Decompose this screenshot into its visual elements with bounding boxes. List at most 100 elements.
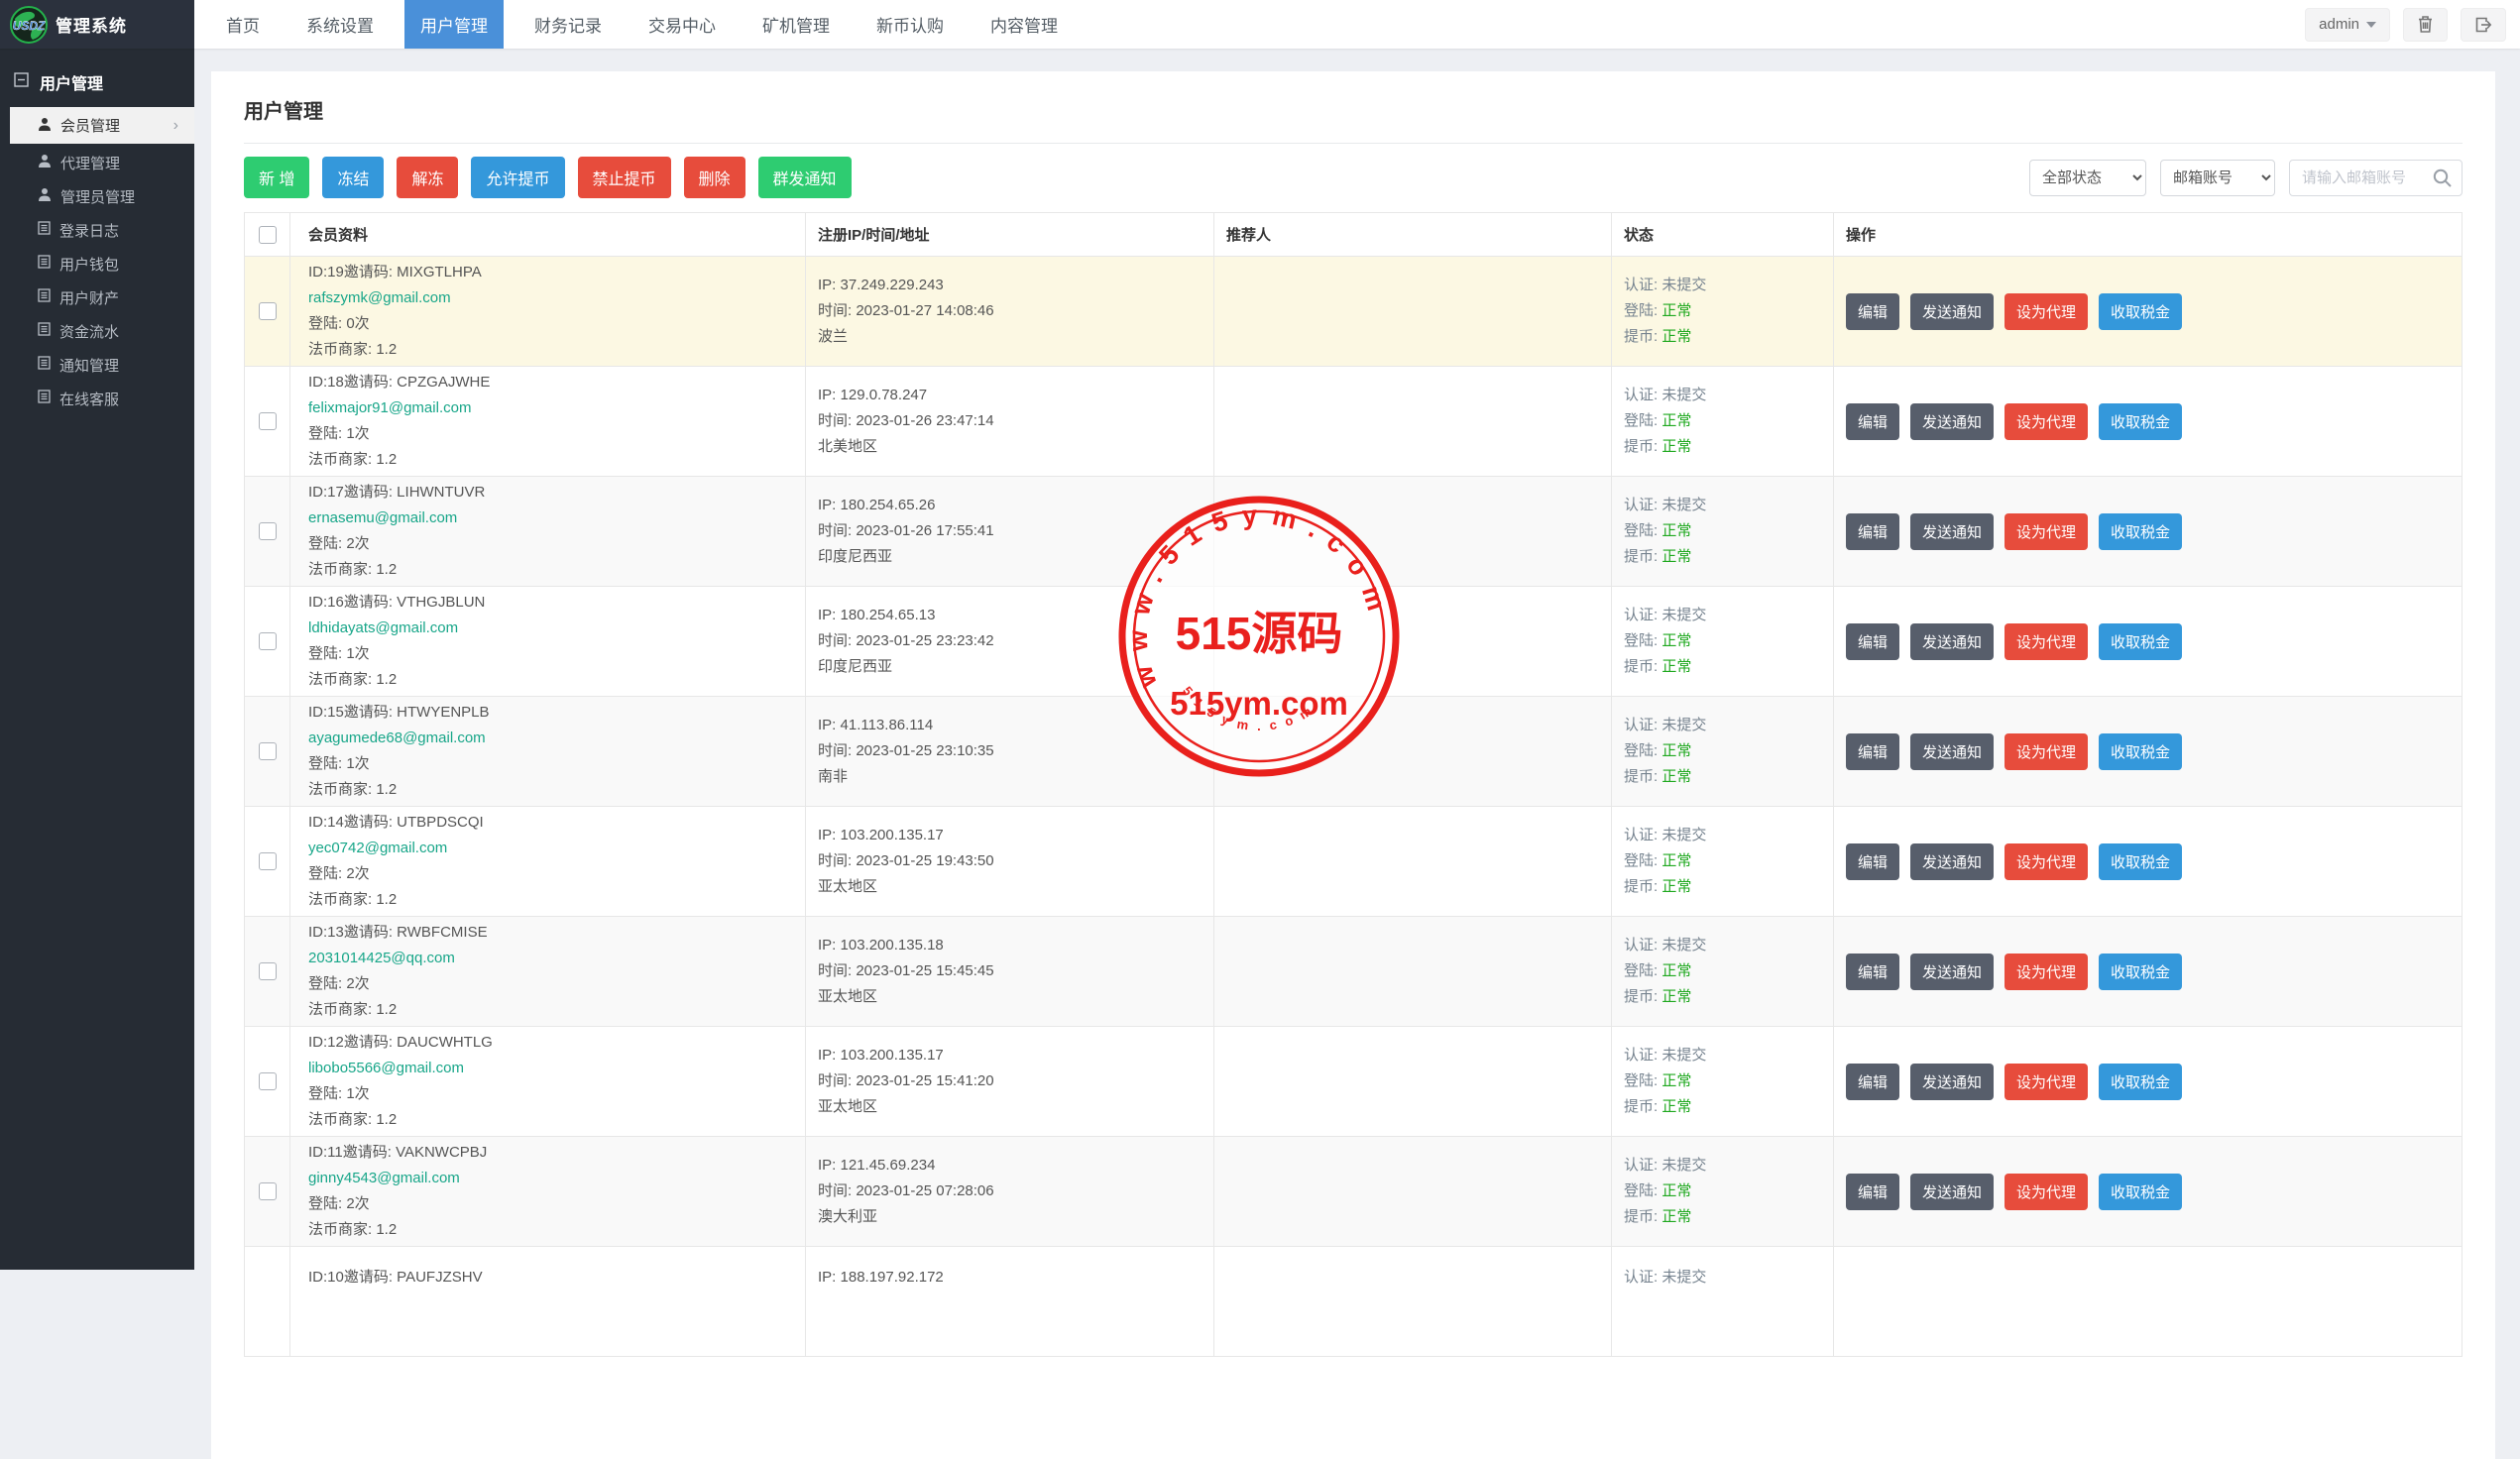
- row-action-设为代理[interactable]: 设为代理: [2005, 403, 2088, 440]
- row-action-收取税金[interactable]: 收取税金: [2099, 1064, 2182, 1100]
- row-checkbox[interactable]: [259, 1182, 277, 1200]
- sidebar-item-用户钱包[interactable]: 用户钱包: [0, 247, 194, 281]
- search-icon[interactable]: [2432, 168, 2453, 193]
- row-action-编辑[interactable]: 编辑: [1846, 1174, 1899, 1210]
- row-action-设为代理[interactable]: 设为代理: [2005, 513, 2088, 550]
- row-action-发送通知[interactable]: 发送通知: [1910, 293, 1994, 330]
- user-dropdown[interactable]: admin: [2305, 8, 2390, 42]
- row-action-编辑[interactable]: 编辑: [1846, 843, 1899, 880]
- sidebar-item-资金流水[interactable]: 资金流水: [0, 314, 194, 348]
- member-email-link[interactable]: rafszymk@gmail.com: [308, 285, 482, 311]
- doc-icon: [38, 356, 51, 374]
- row-action-设为代理[interactable]: 设为代理: [2005, 293, 2088, 330]
- toolbar-button-新增[interactable]: 新 增: [244, 157, 309, 198]
- status-login: 登陆: 正常: [1624, 298, 1706, 324]
- row-action-收取税金[interactable]: 收取税金: [2099, 843, 2182, 880]
- member-email-link[interactable]: 2031014425@qq.com: [308, 946, 488, 971]
- member-email-link[interactable]: ldhidayats@gmail.com: [308, 616, 485, 641]
- row-action-发送通知[interactable]: 发送通知: [1910, 513, 1994, 550]
- brand: USDZ 管理系统: [0, 0, 194, 49]
- toolbar-button-群发通知[interactable]: 群发通知: [758, 157, 852, 198]
- row-checkbox[interactable]: [259, 522, 277, 540]
- row-action-设为代理[interactable]: 设为代理: [2005, 843, 2088, 880]
- row-checkbox[interactable]: [259, 742, 277, 760]
- top-navbar: USDZ 管理系统 首页系统设置用户管理财务记录交易中心矿机管理新币认购内容管理…: [0, 0, 2520, 49]
- sidebar-item-管理员管理[interactable]: 管理员管理: [0, 179, 194, 213]
- nav-tab-交易中心[interactable]: 交易中心: [632, 0, 732, 49]
- member-email-link[interactable]: ayagumede68@gmail.com: [308, 726, 490, 751]
- row-action-编辑[interactable]: 编辑: [1846, 513, 1899, 550]
- toolbar-button-禁止提币[interactable]: 禁止提币: [578, 157, 671, 198]
- toolbar-button-冻结[interactable]: 冻结: [322, 157, 384, 198]
- row-action-发送通知[interactable]: 发送通知: [1910, 954, 1994, 990]
- member-email-link[interactable]: felixmajor91@gmail.com: [308, 395, 490, 421]
- row-action-发送通知[interactable]: 发送通知: [1910, 623, 1994, 660]
- toolbar-button-允许提币[interactable]: 允许提币: [471, 157, 564, 198]
- member-login-count: 登陆: 1次: [308, 751, 490, 777]
- nav-tab-用户管理[interactable]: 用户管理: [404, 0, 504, 49]
- collapse-minus-icon: [14, 72, 29, 92]
- row-action-收取税金[interactable]: 收取税金: [2099, 403, 2182, 440]
- row-action-收取税金[interactable]: 收取税金: [2099, 293, 2182, 330]
- row-action-收取税金[interactable]: 收取税金: [2099, 1174, 2182, 1210]
- referrer-cell: [1214, 1247, 1612, 1356]
- row-action-发送通知[interactable]: 发送通知: [1910, 1174, 1994, 1210]
- row-action-收取税金[interactable]: 收取税金: [2099, 623, 2182, 660]
- row-action-设为代理[interactable]: 设为代理: [2005, 954, 2088, 990]
- referrer-cell: [1214, 697, 1612, 806]
- toolbar-button-删除[interactable]: 删除: [684, 157, 745, 198]
- row-action-设为代理[interactable]: 设为代理: [2005, 1174, 2088, 1210]
- row-action-收取税金[interactable]: 收取税金: [2099, 954, 2182, 990]
- status-filter-select[interactable]: 全部状态: [2029, 160, 2146, 196]
- row-checkbox[interactable]: [259, 962, 277, 980]
- row-action-设为代理[interactable]: 设为代理: [2005, 1064, 2088, 1100]
- nav-tab-首页[interactable]: 首页: [210, 0, 276, 49]
- row-action-编辑[interactable]: 编辑: [1846, 293, 1899, 330]
- sidebar-item-代理管理[interactable]: 代理管理: [0, 146, 194, 179]
- sidebar-item-登录日志[interactable]: 登录日志: [0, 213, 194, 247]
- row-action-发送通知[interactable]: 发送通知: [1910, 403, 1994, 440]
- member-email-link[interactable]: libobo5566@gmail.com: [308, 1056, 493, 1081]
- logout-button[interactable]: [2461, 8, 2506, 42]
- member-email-link[interactable]: ernasemu@gmail.com: [308, 505, 485, 531]
- member-fiat-merchant: 法币商家: 1.2: [308, 887, 484, 913]
- row-action-发送通知[interactable]: 发送通知: [1910, 1064, 1994, 1100]
- nav-tab-财务记录[interactable]: 财务记录: [518, 0, 618, 49]
- member-login-count: 登陆: 2次: [308, 971, 488, 997]
- row-checkbox[interactable]: [259, 852, 277, 870]
- row-checkbox[interactable]: [259, 302, 277, 320]
- trash-button[interactable]: [2403, 8, 2448, 42]
- table-row: ID:18邀请码: CPZGAJWHEfelixmajor91@gmail.co…: [245, 367, 2462, 477]
- row-action-设为代理[interactable]: 设为代理: [2005, 623, 2088, 660]
- search-field-select[interactable]: 邮箱账号: [2160, 160, 2275, 196]
- member-login-count: 登陆: 1次: [308, 421, 490, 447]
- row-checkbox[interactable]: [259, 412, 277, 430]
- sidebar-item-会员管理[interactable]: 会员管理›: [10, 107, 194, 144]
- row-action-编辑[interactable]: 编辑: [1846, 733, 1899, 770]
- nav-tab-内容管理[interactable]: 内容管理: [974, 0, 1074, 49]
- nav-tab-系统设置[interactable]: 系统设置: [290, 0, 390, 49]
- sidebar-section-header[interactable]: 用户管理: [0, 49, 194, 107]
- select-all-checkbox[interactable]: [259, 226, 277, 244]
- toolbar-button-解冻[interactable]: 解冻: [397, 157, 458, 198]
- row-action-编辑[interactable]: 编辑: [1846, 954, 1899, 990]
- row-action-编辑[interactable]: 编辑: [1846, 403, 1899, 440]
- sidebar-item-在线客服[interactable]: 在线客服: [0, 382, 194, 415]
- sidebar-item-通知管理[interactable]: 通知管理: [0, 348, 194, 382]
- status-withdraw: 提币: 正常: [1624, 654, 1706, 680]
- member-email-link[interactable]: yec0742@gmail.com: [308, 836, 484, 861]
- row-action-发送通知[interactable]: 发送通知: [1910, 733, 1994, 770]
- member-login-count: 登陆: 2次: [308, 861, 484, 887]
- nav-tab-矿机管理[interactable]: 矿机管理: [746, 0, 846, 49]
- nav-tab-新币认购[interactable]: 新币认购: [860, 0, 960, 49]
- row-action-设为代理[interactable]: 设为代理: [2005, 733, 2088, 770]
- row-checkbox[interactable]: [259, 632, 277, 650]
- row-action-收取税金[interactable]: 收取税金: [2099, 513, 2182, 550]
- sidebar-item-用户财产[interactable]: 用户财产: [0, 281, 194, 314]
- row-action-收取税金[interactable]: 收取税金: [2099, 733, 2182, 770]
- row-action-发送通知[interactable]: 发送通知: [1910, 843, 1994, 880]
- row-checkbox[interactable]: [259, 1072, 277, 1090]
- row-action-编辑[interactable]: 编辑: [1846, 623, 1899, 660]
- row-action-编辑[interactable]: 编辑: [1846, 1064, 1899, 1100]
- member-email-link[interactable]: ginny4543@gmail.com: [308, 1166, 487, 1191]
